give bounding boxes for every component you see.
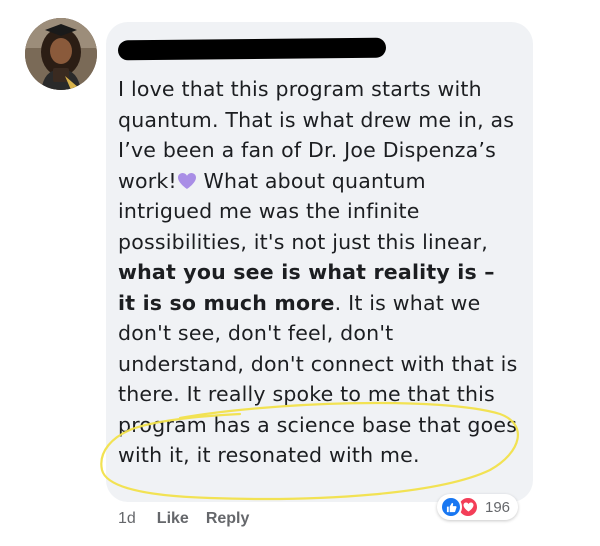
like-button[interactable]: Like (157, 510, 189, 528)
reactions-summary[interactable]: 196 (437, 494, 519, 520)
comment-screenshot: I love that this program starts with qua… (0, 0, 600, 546)
comment-text-part3: . It is what we don't see, don't feel, d… (118, 290, 525, 468)
avatar[interactable] (25, 18, 97, 90)
reaction-count: 196 (485, 498, 511, 516)
reply-button[interactable]: Reply (206, 510, 250, 528)
avatar-image (25, 18, 97, 90)
like-reaction-icon (440, 496, 462, 518)
comment-timestamp[interactable]: 1d (118, 510, 136, 528)
comment-actions: 1d Like Reply (118, 508, 266, 530)
purple-heart-icon (177, 168, 197, 189)
author-name-redaction (117, 37, 387, 61)
comment-text: I love that this program starts with qua… (118, 74, 518, 471)
